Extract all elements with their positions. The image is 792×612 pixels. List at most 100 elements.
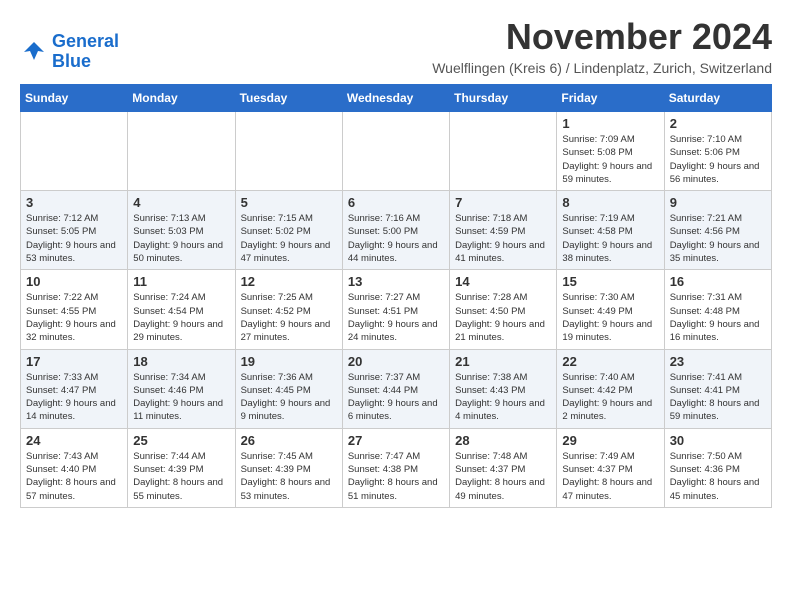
logo-icon: [20, 38, 48, 66]
day-info: Sunrise: 7:15 AM Sunset: 5:02 PM Dayligh…: [241, 212, 337, 265]
day-number: 13: [348, 274, 444, 289]
day-cell: 20 Sunrise: 7:37 AM Sunset: 4:44 PM Dayli…: [342, 349, 449, 428]
day-info: Sunrise: 7:28 AM Sunset: 4:50 PM Dayligh…: [455, 291, 551, 344]
day-number: 21: [455, 354, 551, 369]
day-number: 10: [26, 274, 122, 289]
week-row-4: 24 Sunrise: 7:43 AM Sunset: 4:40 PM Dayli…: [21, 428, 772, 507]
day-cell: 16Sunrise: 7:31 AM Sunset: 4:48 PM Dayli…: [664, 270, 771, 349]
day-cell: 11Sunrise: 7:24 AM Sunset: 4:54 PM Dayli…: [128, 270, 235, 349]
day-cell: 28 Sunrise: 7:48 AM Sunset: 4:37 PM Dayli…: [450, 428, 557, 507]
weekday-wednesday: Wednesday: [342, 85, 449, 112]
day-info: Sunrise: 7:33 AM Sunset: 4:47 PM Dayligh…: [26, 371, 122, 424]
weekday-monday: Monday: [128, 85, 235, 112]
day-number: 2: [670, 116, 766, 131]
day-cell: 12 Sunrise: 7:25 AM Sunset: 4:52 PM Dayli…: [235, 270, 342, 349]
day-number: 17: [26, 354, 122, 369]
day-cell: 19 Sunrise: 7:36 AM Sunset: 4:45 PM Dayli…: [235, 349, 342, 428]
day-info: Sunrise: 7:34 AM Sunset: 4:46 PM Dayligh…: [133, 371, 229, 424]
page-container: General Blue November 2024 Wuelflingen (…: [0, 0, 792, 524]
day-info: Sunrise: 7:25 AM Sunset: 4:52 PM Dayligh…: [241, 291, 337, 344]
week-row-0: 1Sunrise: 7:09 AM Sunset: 5:08 PM Daylig…: [21, 112, 772, 191]
day-cell: 1Sunrise: 7:09 AM Sunset: 5:08 PM Daylig…: [557, 112, 664, 191]
day-info: Sunrise: 7:27 AM Sunset: 4:51 PM Dayligh…: [348, 291, 444, 344]
weekday-saturday: Saturday: [664, 85, 771, 112]
weekday-tuesday: Tuesday: [235, 85, 342, 112]
day-number: 24: [26, 433, 122, 448]
day-info: Sunrise: 7:16 AM Sunset: 5:00 PM Dayligh…: [348, 212, 444, 265]
day-info: Sunrise: 7:47 AM Sunset: 4:38 PM Dayligh…: [348, 450, 444, 503]
top-row: General Blue November 2024 Wuelflingen (…: [20, 16, 772, 76]
day-info: Sunrise: 7:41 AM Sunset: 4:41 PM Dayligh…: [670, 371, 766, 424]
day-number: 30: [670, 433, 766, 448]
day-info: Sunrise: 7:43 AM Sunset: 4:40 PM Dayligh…: [26, 450, 122, 503]
day-number: 25: [133, 433, 229, 448]
day-cell: 4 Sunrise: 7:13 AM Sunset: 5:03 PM Daylig…: [128, 191, 235, 270]
day-info: Sunrise: 7:40 AM Sunset: 4:42 PM Dayligh…: [562, 371, 658, 424]
day-number: 4: [133, 195, 229, 210]
day-cell: [21, 112, 128, 191]
day-info: Sunrise: 7:38 AM Sunset: 4:43 PM Dayligh…: [455, 371, 551, 424]
week-row-3: 17 Sunrise: 7:33 AM Sunset: 4:47 PM Dayli…: [21, 349, 772, 428]
weekday-sunday: Sunday: [21, 85, 128, 112]
weekday-friday: Friday: [557, 85, 664, 112]
day-cell: 18 Sunrise: 7:34 AM Sunset: 4:46 PM Dayli…: [128, 349, 235, 428]
day-info: Sunrise: 7:13 AM Sunset: 5:03 PM Dayligh…: [133, 212, 229, 265]
day-cell: [128, 112, 235, 191]
day-number: 8: [562, 195, 658, 210]
day-cell: 23 Sunrise: 7:41 AM Sunset: 4:41 PM Dayli…: [664, 349, 771, 428]
day-cell: 8 Sunrise: 7:19 AM Sunset: 4:58 PM Daylig…: [557, 191, 664, 270]
weekday-thursday: Thursday: [450, 85, 557, 112]
day-cell: 3Sunrise: 7:12 AM Sunset: 5:05 PM Daylig…: [21, 191, 128, 270]
day-cell: 21 Sunrise: 7:38 AM Sunset: 4:43 PM Dayli…: [450, 349, 557, 428]
day-cell: [235, 112, 342, 191]
day-cell: 27Sunrise: 7:47 AM Sunset: 4:38 PM Dayli…: [342, 428, 449, 507]
day-info: Sunrise: 7:12 AM Sunset: 5:05 PM Dayligh…: [26, 212, 122, 265]
weekday-header-row: SundayMondayTuesdayWednesdayThursdayFrid…: [21, 85, 772, 112]
day-cell: 25 Sunrise: 7:44 AM Sunset: 4:39 PM Dayli…: [128, 428, 235, 507]
day-number: 6: [348, 195, 444, 210]
day-info: Sunrise: 7:10 AM Sunset: 5:06 PM Dayligh…: [670, 133, 766, 186]
day-cell: 6 Sunrise: 7:16 AM Sunset: 5:00 PM Daylig…: [342, 191, 449, 270]
calendar-table: SundayMondayTuesdayWednesdayThursdayFrid…: [20, 84, 772, 508]
day-number: 20: [348, 354, 444, 369]
day-cell: 30 Sunrise: 7:50 AM Sunset: 4:36 PM Dayli…: [664, 428, 771, 507]
logo-text: General Blue: [52, 32, 119, 72]
day-cell: 14 Sunrise: 7:28 AM Sunset: 4:50 PM Dayli…: [450, 270, 557, 349]
day-info: Sunrise: 7:49 AM Sunset: 4:37 PM Dayligh…: [562, 450, 658, 503]
day-number: 7: [455, 195, 551, 210]
location: Wuelflingen (Kreis 6) / Lindenplatz, Zur…: [432, 60, 772, 76]
day-cell: 5Sunrise: 7:15 AM Sunset: 5:02 PM Daylig…: [235, 191, 342, 270]
day-cell: 7Sunrise: 7:18 AM Sunset: 4:59 PM Daylig…: [450, 191, 557, 270]
day-cell: [450, 112, 557, 191]
day-number: 12: [241, 274, 337, 289]
day-info: Sunrise: 7:24 AM Sunset: 4:54 PM Dayligh…: [133, 291, 229, 344]
day-info: Sunrise: 7:37 AM Sunset: 4:44 PM Dayligh…: [348, 371, 444, 424]
day-number: 26: [241, 433, 337, 448]
month-title: November 2024: [432, 16, 772, 58]
day-number: 28: [455, 433, 551, 448]
day-number: 14: [455, 274, 551, 289]
day-number: 23: [670, 354, 766, 369]
logo-line1: General: [52, 31, 119, 51]
day-number: 16: [670, 274, 766, 289]
logo: General Blue: [20, 32, 119, 72]
day-info: Sunrise: 7:44 AM Sunset: 4:39 PM Dayligh…: [133, 450, 229, 503]
day-cell: [342, 112, 449, 191]
day-number: 18: [133, 354, 229, 369]
day-cell: 24 Sunrise: 7:43 AM Sunset: 4:40 PM Dayli…: [21, 428, 128, 507]
day-number: 19: [241, 354, 337, 369]
day-cell: 10 Sunrise: 7:22 AM Sunset: 4:55 PM Dayli…: [21, 270, 128, 349]
day-cell: 26 Sunrise: 7:45 AM Sunset: 4:39 PM Dayli…: [235, 428, 342, 507]
day-number: 9: [670, 195, 766, 210]
day-info: Sunrise: 7:48 AM Sunset: 4:37 PM Dayligh…: [455, 450, 551, 503]
day-info: Sunrise: 7:50 AM Sunset: 4:36 PM Dayligh…: [670, 450, 766, 503]
day-cell: 22Sunrise: 7:40 AM Sunset: 4:42 PM Dayli…: [557, 349, 664, 428]
day-info: Sunrise: 7:19 AM Sunset: 4:58 PM Dayligh…: [562, 212, 658, 265]
day-info: Sunrise: 7:45 AM Sunset: 4:39 PM Dayligh…: [241, 450, 337, 503]
day-info: Sunrise: 7:36 AM Sunset: 4:45 PM Dayligh…: [241, 371, 337, 424]
day-info: Sunrise: 7:21 AM Sunset: 4:56 PM Dayligh…: [670, 212, 766, 265]
day-number: 15: [562, 274, 658, 289]
logo-line2: Blue: [52, 52, 119, 72]
week-row-2: 10 Sunrise: 7:22 AM Sunset: 4:55 PM Dayli…: [21, 270, 772, 349]
day-info: Sunrise: 7:22 AM Sunset: 4:55 PM Dayligh…: [26, 291, 122, 344]
